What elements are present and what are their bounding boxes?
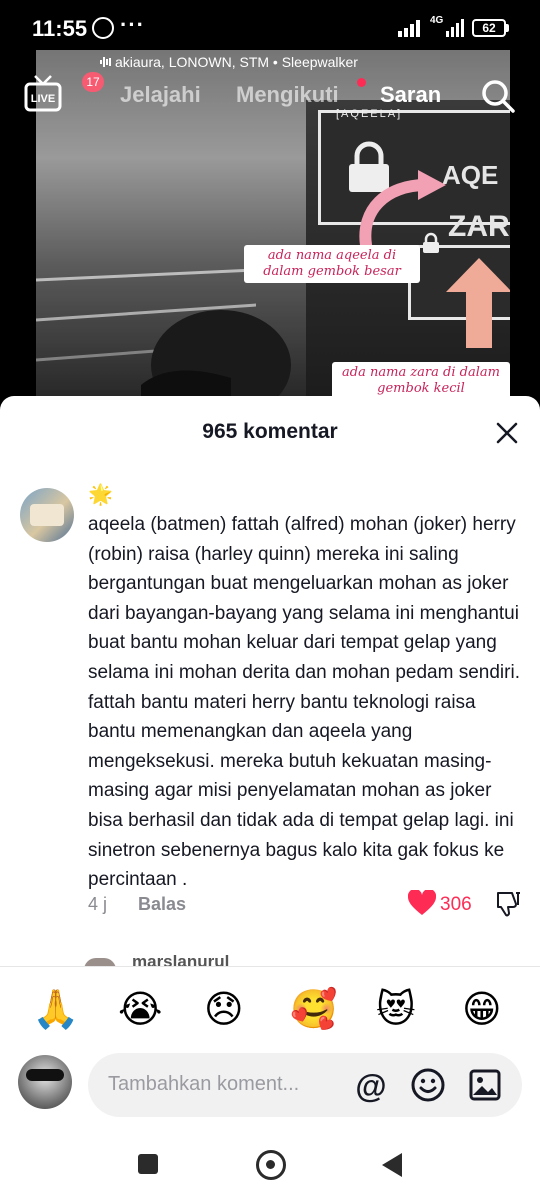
recents-button[interactable]: [138, 1154, 158, 1174]
home-dot: [266, 1160, 275, 1169]
comment-text: aqeela (batmen) fattah (alfred) mohan (j…: [88, 514, 520, 891]
tab-mengikuti[interactable]: Mengikuti: [236, 82, 339, 108]
monitor-text: [AQEELA]: [336, 108, 403, 120]
avatar-glasses: [26, 1069, 64, 1081]
live-icon[interactable]: LIVE: [24, 74, 62, 114]
tab-saran[interactable]: Saran: [380, 82, 441, 108]
battery-icon: 62: [472, 19, 506, 37]
mention-icon[interactable]: @: [352, 1067, 390, 1105]
notification-badge: 17: [82, 72, 104, 92]
emoji-disappointed[interactable]: 😞: [204, 987, 244, 1031]
image-attach-icon[interactable]: [468, 1068, 502, 1102]
signal-icon: [398, 20, 420, 37]
tab-jelajahi[interactable]: Jelajahi: [120, 82, 201, 108]
search-icon[interactable]: [480, 78, 516, 114]
comment-composer: 🙏 😭 😞 🥰 😻 😁 Tambahkan koment... @: [0, 966, 540, 1130]
system-navigation-bar: [0, 1128, 540, 1200]
emoji-heart-eyes-cat[interactable]: 😻: [376, 987, 416, 1031]
curved-arrow-icon: [359, 170, 446, 250]
video-caption-1: ada nama aqeela di dalam gembok besar: [244, 245, 420, 283]
comment-input[interactable]: Tambahkan koment... @: [88, 1053, 522, 1117]
hat-figure: [141, 310, 291, 410]
close-icon[interactable]: [492, 418, 522, 448]
my-avatar[interactable]: [18, 1055, 72, 1109]
signal-2-icon: [446, 19, 464, 37]
comment-input-placeholder: Tambahkan koment...: [108, 1073, 300, 1095]
more-notifications-icon: ···: [120, 12, 145, 37]
next-commenter-username[interactable]: marslanurul: [132, 952, 229, 966]
svg-text:LIVE: LIVE: [31, 93, 55, 105]
video-caption-2: ada nama zara di dalam gembok kecil: [332, 362, 510, 400]
new-content-dot: [357, 78, 366, 87]
whatsapp-icon: [92, 17, 114, 39]
emoji-pray[interactable]: 🙏: [32, 987, 79, 1031]
comments-count-title: 965 komentar: [202, 420, 338, 443]
music-text: akiaura, LONOWN, STM • Sleepwalker: [115, 54, 358, 70]
comment-timestamp: 4 j: [88, 894, 108, 914]
commenter-avatar[interactable]: [20, 488, 74, 542]
emoji-picker-icon[interactable]: [410, 1067, 446, 1103]
emoji-crying[interactable]: 😭: [118, 987, 162, 1031]
avatar-image: [30, 504, 64, 526]
emoji-smiling-hearts[interactable]: 🥰: [290, 987, 337, 1031]
status-time: 11:55: [32, 16, 88, 41]
up-arrow-icon: [446, 258, 510, 348]
comments-sheet: 965 komentar 🌟 aqeela (batmen) fattah (a…: [0, 396, 540, 1200]
commenter-username[interactable]: 🌟: [88, 482, 113, 507]
monitor-name-zara: ZAR: [448, 210, 510, 243]
back-button[interactable]: [380, 1152, 404, 1178]
heart-icon[interactable]: [408, 890, 436, 916]
network-type-label: 4G: [430, 15, 444, 26]
emoji-grinning[interactable]: 😁: [462, 987, 502, 1031]
dislike-icon[interactable]: [494, 890, 522, 918]
home-button[interactable]: [256, 1150, 286, 1180]
reply-button[interactable]: Balas: [138, 894, 186, 915]
music-wave-icon: [100, 57, 111, 67]
like-count: 306: [440, 894, 472, 915]
music-label[interactable]: akiaura, LONOWN, STM • Sleepwalker: [100, 54, 358, 70]
battery-tip: [506, 24, 509, 32]
monitor-name-aqeela: AQE: [442, 160, 499, 190]
